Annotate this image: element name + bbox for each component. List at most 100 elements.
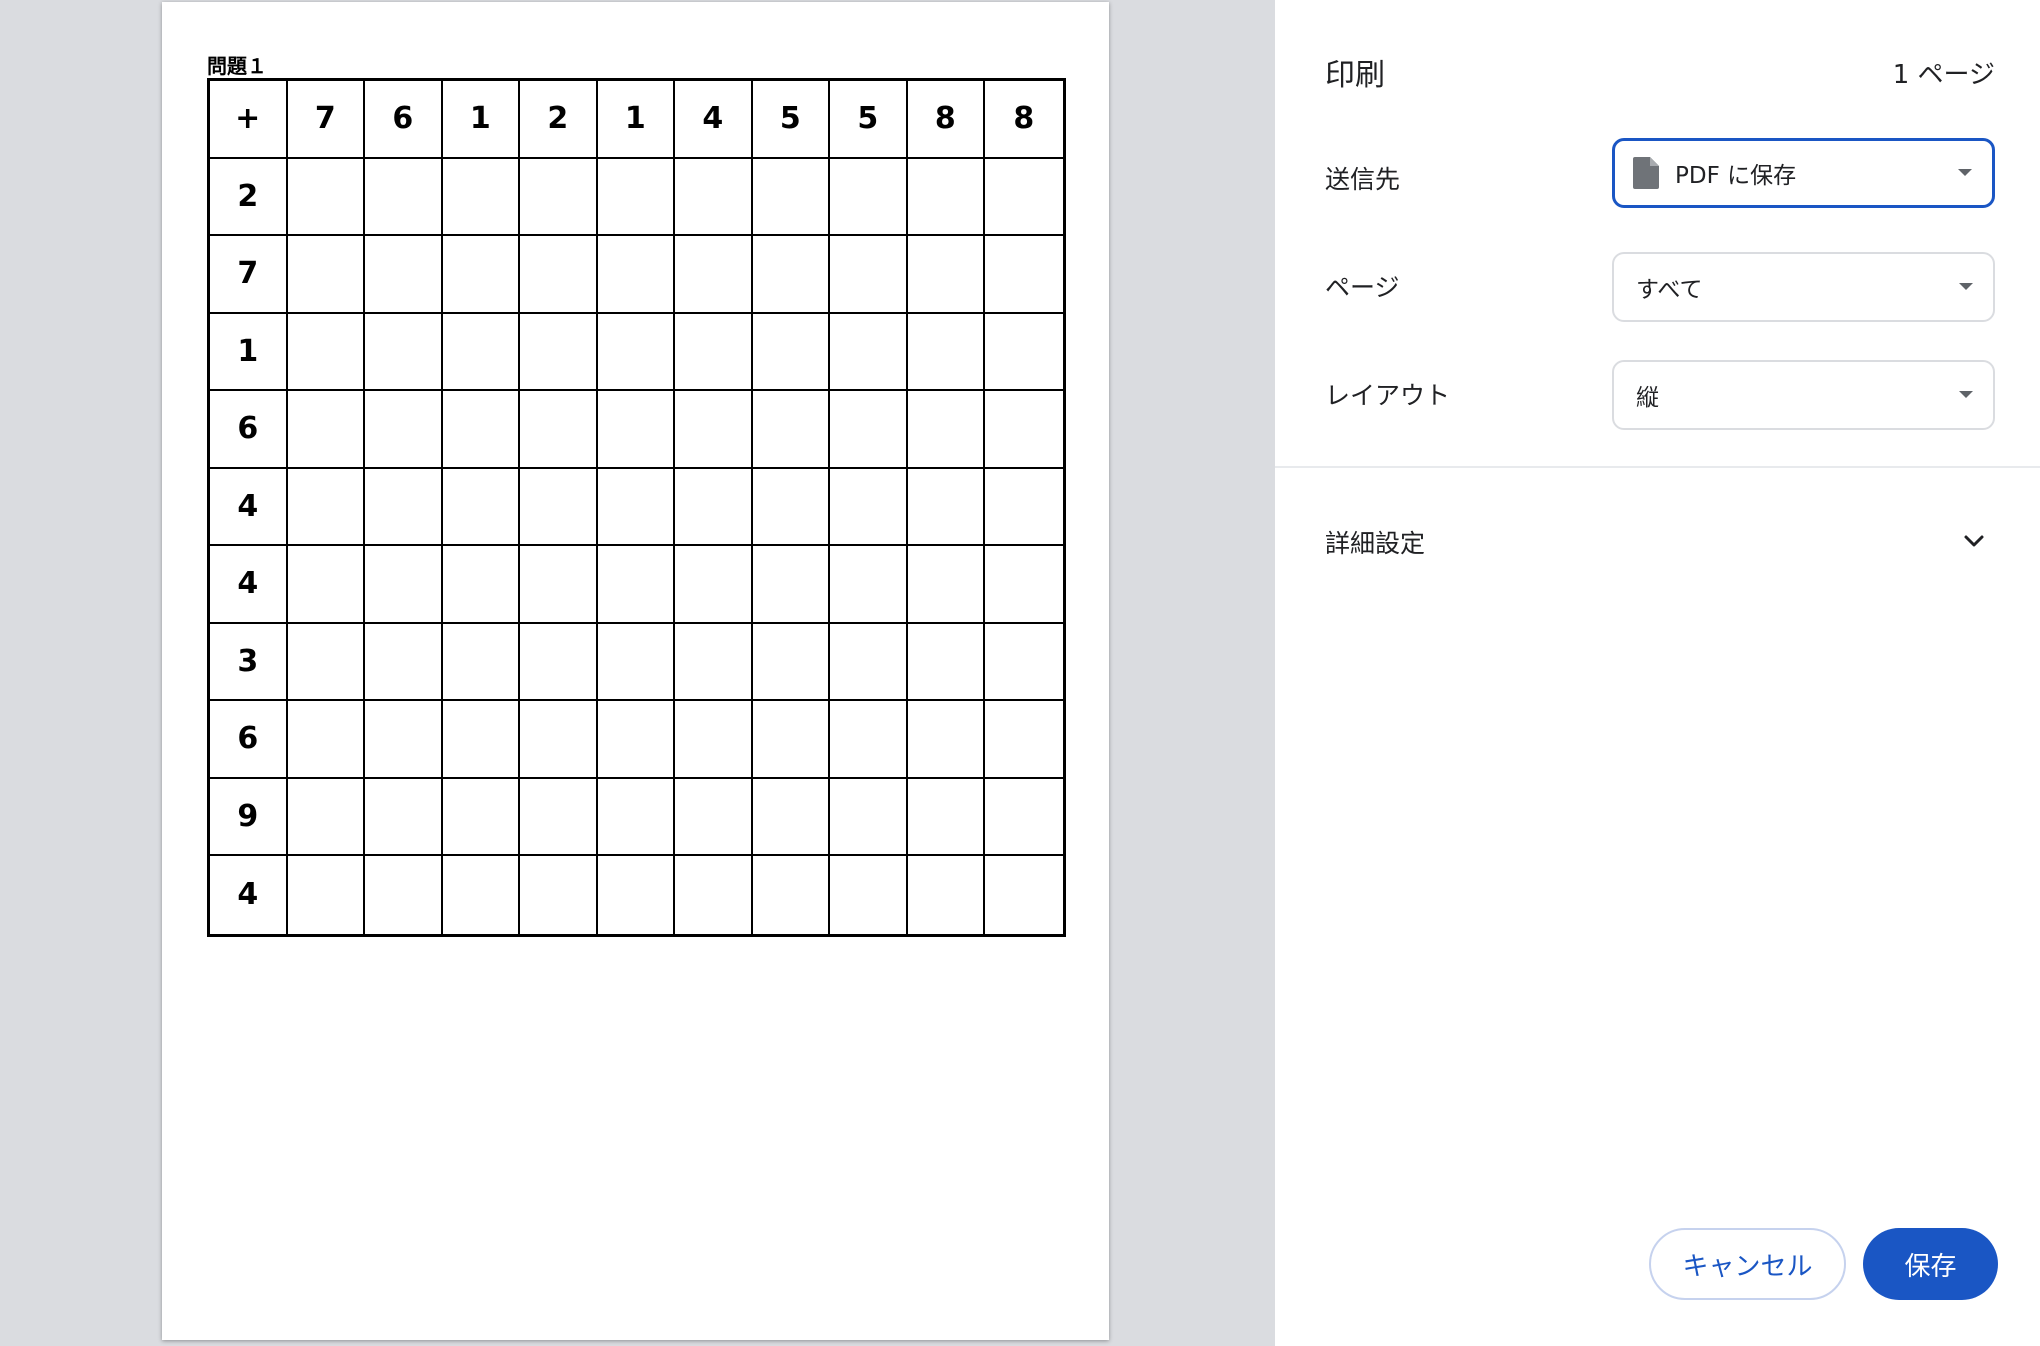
grid-answer-cell bbox=[520, 546, 598, 624]
grid-answer-cell bbox=[830, 313, 908, 391]
grid-answer-cell bbox=[442, 468, 520, 546]
grid-answer-cell bbox=[365, 778, 443, 856]
grid-answer-cell bbox=[520, 391, 598, 469]
layout-select[interactable]: 縦 bbox=[1612, 360, 1995, 430]
grid-answer-cell bbox=[442, 313, 520, 391]
grid-answer-cell bbox=[598, 856, 675, 934]
grid-answer-cell bbox=[287, 391, 365, 469]
grid-answer-cell bbox=[365, 623, 443, 701]
grid-answer-cell bbox=[365, 701, 443, 779]
grid-answer-cell bbox=[597, 391, 675, 469]
grid-answer-cell bbox=[985, 856, 1063, 934]
grid-answer-cell bbox=[675, 778, 753, 856]
grid-answer-cell bbox=[752, 236, 830, 314]
dropdown-arrow-icon bbox=[1959, 283, 1973, 290]
preview-page: 問題１ +7 6 1 2 1 4 5 5 8 8 2 7 1 6 4 4 3 6 9 4 bbox=[162, 2, 1109, 1340]
grid-answer-cell bbox=[597, 313, 675, 391]
cancel-button[interactable]: キャンセル bbox=[1649, 1228, 1846, 1300]
chevron-down-icon[interactable] bbox=[1963, 530, 1985, 552]
grid-row-header: 4 bbox=[210, 468, 288, 546]
pages-select[interactable]: すべて bbox=[1612, 252, 1995, 322]
grid-answer-cell bbox=[675, 623, 753, 701]
grid-answer-cell bbox=[830, 778, 908, 856]
save-button[interactable]: 保存 bbox=[1863, 1228, 1998, 1300]
grid-column-header: 1 bbox=[597, 81, 675, 159]
grid-answer-cell bbox=[597, 546, 675, 624]
grid-answer-cell bbox=[985, 314, 1063, 391]
grid-answer-cell bbox=[830, 236, 908, 314]
grid-answer-cell bbox=[907, 313, 985, 391]
grid-column-header: 8 bbox=[907, 81, 985, 159]
grid-answer-cell bbox=[287, 236, 365, 314]
destination-select[interactable]: PDF に保存 bbox=[1612, 138, 1995, 208]
section-divider bbox=[1275, 466, 2040, 468]
grid-column-header: 5 bbox=[830, 81, 908, 159]
destination-value: PDF に保存 bbox=[1675, 163, 1797, 189]
grid-answer-cell bbox=[442, 623, 520, 701]
grid-answer-cell bbox=[675, 468, 753, 546]
grid-answer-cell bbox=[287, 778, 365, 856]
grid-answer-cell bbox=[597, 623, 675, 701]
grid-answer-cell bbox=[907, 391, 985, 469]
problem-title: 問題１ bbox=[207, 54, 267, 78]
grid-answer-cell bbox=[365, 546, 443, 624]
grid-answer-cell bbox=[442, 391, 520, 469]
grid-answer-cell bbox=[443, 856, 520, 934]
grid-row-header: 2 bbox=[210, 158, 288, 236]
dialog-title: 印刷 bbox=[1325, 58, 1385, 93]
grid-answer-cell bbox=[985, 236, 1063, 314]
document-icon bbox=[1633, 157, 1659, 189]
grid-answer-cell bbox=[287, 546, 365, 624]
grid-answer-cell bbox=[830, 623, 908, 701]
grid-answer-cell bbox=[907, 468, 985, 546]
grid-answer-cell bbox=[597, 778, 675, 856]
grid-row-header: 4 bbox=[210, 856, 288, 934]
grid-answer-cell bbox=[907, 236, 985, 314]
grid-answer-cell bbox=[907, 701, 985, 779]
print-preview-area: 問題１ +7 6 1 2 1 4 5 5 8 8 2 7 1 6 4 4 3 6 9 4 bbox=[0, 0, 1275, 1346]
addition-grid: +7 6 1 2 1 4 5 5 8 8 2 7 1 6 4 4 3 6 9 4 bbox=[207, 78, 1066, 937]
grid-column-header: 6 bbox=[365, 81, 443, 159]
grid-answer-cell bbox=[675, 701, 753, 779]
grid-answer-cell bbox=[752, 158, 830, 236]
grid-answer-cell bbox=[985, 624, 1063, 701]
grid-answer-cell bbox=[520, 623, 598, 701]
grid-answer-cell bbox=[287, 158, 365, 236]
grid-answer-cell bbox=[985, 391, 1063, 469]
grid-answer-cell bbox=[365, 391, 443, 469]
grid-answer-cell bbox=[985, 546, 1063, 624]
grid-answer-cell bbox=[597, 468, 675, 546]
dropdown-arrow-icon bbox=[1959, 391, 1973, 398]
page-count: 1 ページ bbox=[1892, 60, 1995, 90]
dropdown-arrow-icon bbox=[1958, 169, 1972, 176]
grid-row-header: 7 bbox=[210, 236, 288, 314]
grid-answer-cell bbox=[520, 856, 598, 934]
more-settings-toggle[interactable]: 詳細設定 bbox=[1325, 524, 1425, 560]
grid-answer-cell bbox=[365, 313, 443, 391]
grid-answer-cell bbox=[365, 236, 443, 314]
grid-answer-cell bbox=[287, 701, 365, 779]
grid-answer-cell bbox=[520, 468, 598, 546]
grid-answer-cell bbox=[907, 623, 985, 701]
grid-row-header: 1 bbox=[210, 313, 288, 391]
grid-corner-operator: + bbox=[210, 81, 288, 159]
grid-answer-cell bbox=[752, 701, 830, 779]
grid-answer-cell bbox=[752, 468, 830, 546]
grid-answer-cell bbox=[752, 391, 830, 469]
grid-answer-cell bbox=[442, 236, 520, 314]
grid-column-header: 2 bbox=[520, 81, 598, 159]
grid-answer-cell bbox=[830, 468, 908, 546]
grid-answer-cell bbox=[985, 159, 1063, 236]
grid-column-header: 4 bbox=[675, 81, 753, 159]
grid-answer-cell bbox=[287, 623, 365, 701]
grid-answer-cell bbox=[520, 313, 598, 391]
pages-label: ページ bbox=[1325, 273, 1400, 302]
grid-answer-cell bbox=[675, 391, 753, 469]
grid-answer-cell bbox=[675, 158, 753, 236]
grid-answer-cell bbox=[597, 236, 675, 314]
grid-answer-cell bbox=[442, 546, 520, 624]
grid-answer-cell bbox=[907, 546, 985, 624]
destination-label: 送信先 bbox=[1325, 165, 1401, 194]
grid-answer-cell bbox=[830, 546, 908, 624]
grid-answer-cell bbox=[830, 158, 908, 236]
